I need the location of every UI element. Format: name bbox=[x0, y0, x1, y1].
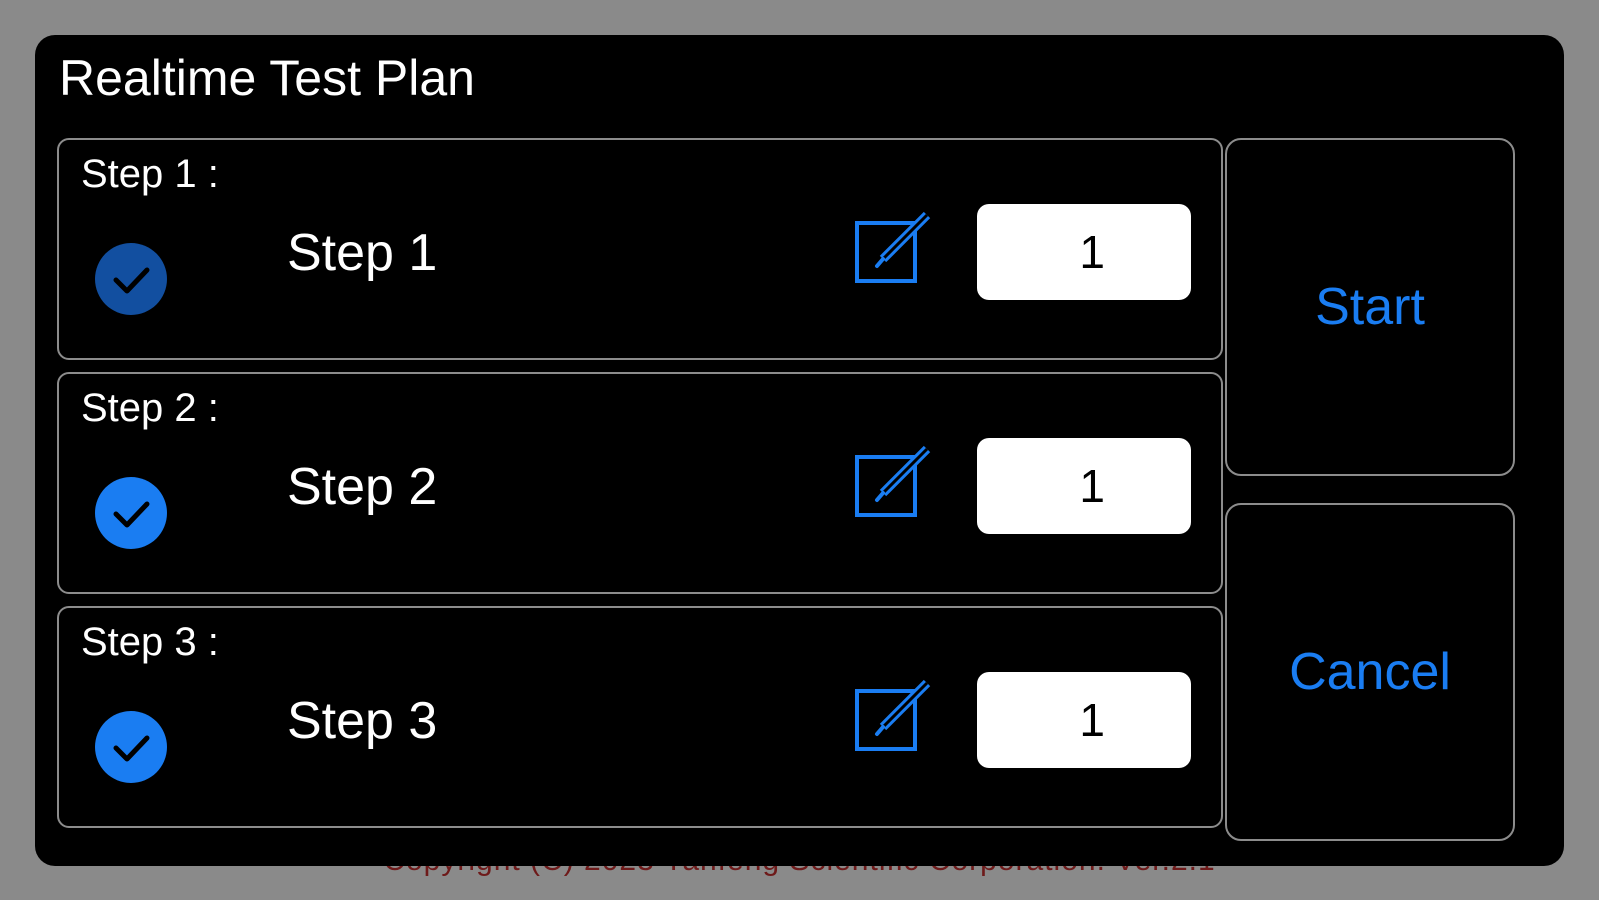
step-repeat-input[interactable] bbox=[977, 438, 1191, 534]
step-enabled-check-icon[interactable] bbox=[95, 711, 167, 783]
edit-icon bbox=[855, 445, 931, 517]
edit-step-button[interactable] bbox=[853, 438, 937, 522]
step-heading: Step 3 : bbox=[81, 620, 219, 664]
dialog-title: Realtime Test Plan bbox=[59, 50, 475, 106]
step-repeat-input[interactable] bbox=[977, 204, 1191, 300]
edit-step-button[interactable] bbox=[853, 204, 937, 288]
step-heading: Step 2 : bbox=[81, 386, 219, 430]
step-enabled-check-icon[interactable] bbox=[95, 243, 167, 315]
step-repeat-input[interactable] bbox=[977, 672, 1191, 768]
edit-icon bbox=[855, 211, 931, 283]
test-plan-dialog: Realtime Test Plan Step 1 : Step 1 Step … bbox=[35, 35, 1564, 866]
step-heading: Step 1 : bbox=[81, 152, 219, 196]
edit-icon bbox=[855, 679, 931, 751]
step-name: Step 2 bbox=[287, 458, 438, 516]
step-card-3: Step 3 : Step 3 bbox=[57, 606, 1223, 828]
step-name: Step 1 bbox=[287, 224, 438, 282]
checkmark-icon bbox=[113, 501, 150, 528]
checkmark-icon bbox=[113, 735, 150, 762]
step-name: Step 3 bbox=[287, 692, 438, 750]
start-button[interactable]: Start bbox=[1225, 138, 1515, 476]
step-card-2: Step 2 : Step 2 bbox=[57, 372, 1223, 594]
step-card-1: Step 1 : Step 1 bbox=[57, 138, 1223, 360]
step-enabled-check-icon[interactable] bbox=[95, 477, 167, 549]
edit-step-button[interactable] bbox=[853, 672, 937, 756]
cancel-button[interactable]: Cancel bbox=[1225, 503, 1515, 841]
checkmark-icon bbox=[113, 267, 150, 294]
